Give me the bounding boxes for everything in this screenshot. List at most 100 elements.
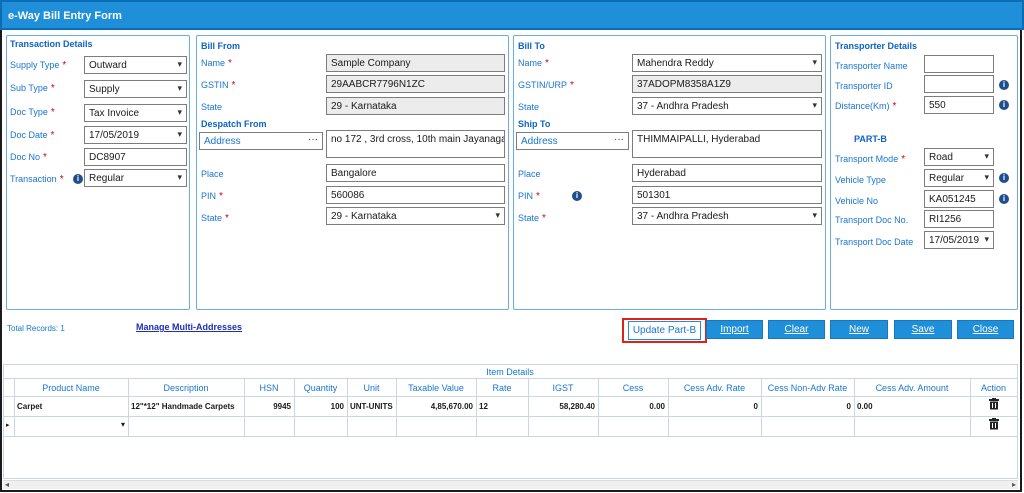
transporter-title: Transporter Details (835, 41, 918, 51)
grid-column-divider (528, 378, 529, 436)
grid-column-divider (598, 378, 599, 436)
column-header[interactable]: Taxable Value (396, 383, 476, 393)
column-header[interactable]: Cess Adv. Rate (668, 383, 761, 393)
scroll-left-icon[interactable]: ◂ (5, 480, 9, 489)
ship-state-select[interactable]: 37 - Andhra Pradesh (632, 207, 822, 225)
despatch-address-button[interactable]: Address ··· (199, 132, 323, 150)
item-grid: Item Details Product Name Description HSN Q… (3, 364, 1018, 479)
total-records: Total Records: 1 (7, 324, 65, 333)
bill-to-gstin-label: GSTIN/URP * (518, 80, 574, 91)
ship-place-input[interactable]: Hyderabad (632, 164, 822, 182)
column-header[interactable]: Quantity (294, 383, 347, 393)
table-cell[interactable]: UNT-UNITS (350, 402, 393, 411)
vehicle-type-label: Vehicle Type (835, 175, 886, 185)
clear-label: Clear (784, 324, 809, 335)
table-cell[interactable]: Carpet (17, 402, 125, 411)
transporter-name-input[interactable] (924, 55, 994, 73)
table-cell[interactable]: 0.00 (601, 402, 665, 411)
ship-state-label: State * (518, 213, 546, 224)
ship-address-button[interactable]: Address ··· (516, 132, 629, 150)
info-icon[interactable]: i (999, 173, 1009, 183)
bill-to-gstin-input[interactable]: 37ADOPM8358A1Z9 (632, 75, 822, 93)
column-header[interactable]: Product Name (14, 383, 128, 393)
chevron-down-icon: ▾ (120, 420, 125, 429)
new-button[interactable]: New (830, 320, 888, 339)
table-cell[interactable]: 100 (297, 402, 344, 411)
info-icon[interactable]: i (73, 174, 83, 184)
horizontal-scrollbar[interactable]: ◂ ▸ (3, 480, 1018, 489)
table-cell[interactable]: 12 (479, 402, 525, 411)
column-header[interactable]: HSN (244, 383, 294, 393)
doc-type-label: Doc Type * (10, 107, 55, 118)
bill-from-name-input[interactable]: Sample Company (326, 54, 505, 72)
ellipsis-icon: ··· (308, 134, 318, 145)
column-header[interactable]: Unit (347, 383, 396, 393)
transport-doc-date-picker[interactable]: 17/05/2019 (924, 231, 994, 249)
ship-address-input[interactable]: THIMMAIPALLI, Hyderabad (632, 130, 822, 158)
despatch-place-label: Place (201, 169, 224, 179)
table-cell[interactable]: 9945 (247, 402, 291, 411)
ship-pin-input[interactable]: 501301 (632, 186, 822, 204)
bill-from-state-input[interactable]: 29 - Karnataka (326, 97, 505, 115)
column-header[interactable]: Cess Non-Adv Rate (761, 383, 854, 393)
new-label: New (848, 324, 869, 335)
new-row-product-select[interactable]: ▾ (14, 418, 128, 434)
transport-mode-select[interactable]: Road (924, 148, 994, 166)
info-icon[interactable]: i (572, 191, 582, 201)
info-icon[interactable]: i (999, 80, 1009, 90)
ship-place-label: Place (518, 169, 541, 179)
trash-icon[interactable] (988, 418, 1000, 430)
table-cell[interactable]: 0.00 (857, 402, 967, 411)
ship-to-title: Ship To (518, 119, 551, 129)
doc-type-select[interactable]: Tax Invoice (84, 104, 187, 122)
info-icon[interactable]: i (999, 100, 1009, 110)
grid-column-divider (128, 378, 129, 436)
grid-column-divider (668, 378, 669, 436)
table-cell[interactable]: 12"*12" Handmade Carpets (131, 402, 241, 411)
despatch-place-input[interactable]: Bangalore (326, 164, 505, 182)
import-button[interactable]: Import (706, 320, 763, 339)
trash-icon[interactable] (988, 398, 1000, 410)
save-button[interactable]: Save (894, 320, 952, 339)
grid-divider (4, 378, 1017, 379)
clear-button[interactable]: Clear (768, 320, 825, 339)
vehicle-no-input[interactable]: KA051245 (924, 190, 994, 208)
bill-to-name-select[interactable]: Mahendra Reddy (632, 54, 822, 72)
column-header[interactable]: Action (970, 383, 1017, 393)
despatch-state-select[interactable]: 29 - Karnataka (326, 207, 505, 225)
info-icon[interactable]: i (999, 194, 1009, 204)
table-cell[interactable]: 0 (764, 402, 851, 411)
column-header[interactable]: Cess Adv. Amount (854, 383, 970, 393)
column-header[interactable]: Description (128, 383, 244, 393)
close-button[interactable]: Close (957, 320, 1014, 339)
table-cell[interactable]: 58,280.40 (531, 402, 595, 411)
transport-doc-no-input[interactable]: RI1256 (924, 210, 994, 228)
transporter-id-input[interactable] (924, 75, 994, 93)
doc-date-picker[interactable]: 17/05/2019 (84, 126, 187, 144)
bill-from-title: Bill From (201, 41, 241, 51)
doc-no-input[interactable]: DC8907 (84, 148, 187, 166)
transport-doc-date-label: Transport Doc Date (835, 237, 914, 247)
grid-column-divider (14, 378, 15, 436)
table-cell[interactable]: 0 (671, 402, 758, 411)
grid-divider (4, 416, 1017, 417)
despatch-address-input[interactable]: no 172 , 3rd cross, 10th main Jayanagar (326, 130, 505, 158)
column-header[interactable]: Cess (598, 383, 668, 393)
despatch-pin-input[interactable]: 560086 (326, 186, 505, 204)
column-header[interactable]: Rate (476, 383, 528, 393)
transaction-select[interactable]: Regular (84, 169, 187, 187)
bill-from-gstin-input[interactable]: 29AABCR7796N1ZC (326, 75, 505, 93)
table-cell[interactable]: 4,85,670.00 (399, 402, 473, 411)
update-part-b-button[interactable]: Update Part-B (628, 321, 701, 340)
vehicle-type-select[interactable]: Regular (924, 169, 994, 187)
scroll-right-icon[interactable]: ▸ (1012, 480, 1016, 489)
supply-type-select[interactable]: Outward (84, 56, 187, 74)
grid-column-divider (761, 378, 762, 436)
bill-to-state-select[interactable]: 37 - Andhra Pradesh (632, 97, 822, 115)
sub-type-select[interactable]: Supply (84, 80, 187, 98)
bill-to-state-label: State (518, 102, 540, 112)
column-header[interactable]: IGST (528, 383, 598, 393)
manage-multi-addresses-link[interactable]: Manage Multi-Addresses (136, 322, 242, 332)
grid-column-divider (970, 378, 971, 436)
distance-input[interactable]: 550 (924, 96, 994, 114)
